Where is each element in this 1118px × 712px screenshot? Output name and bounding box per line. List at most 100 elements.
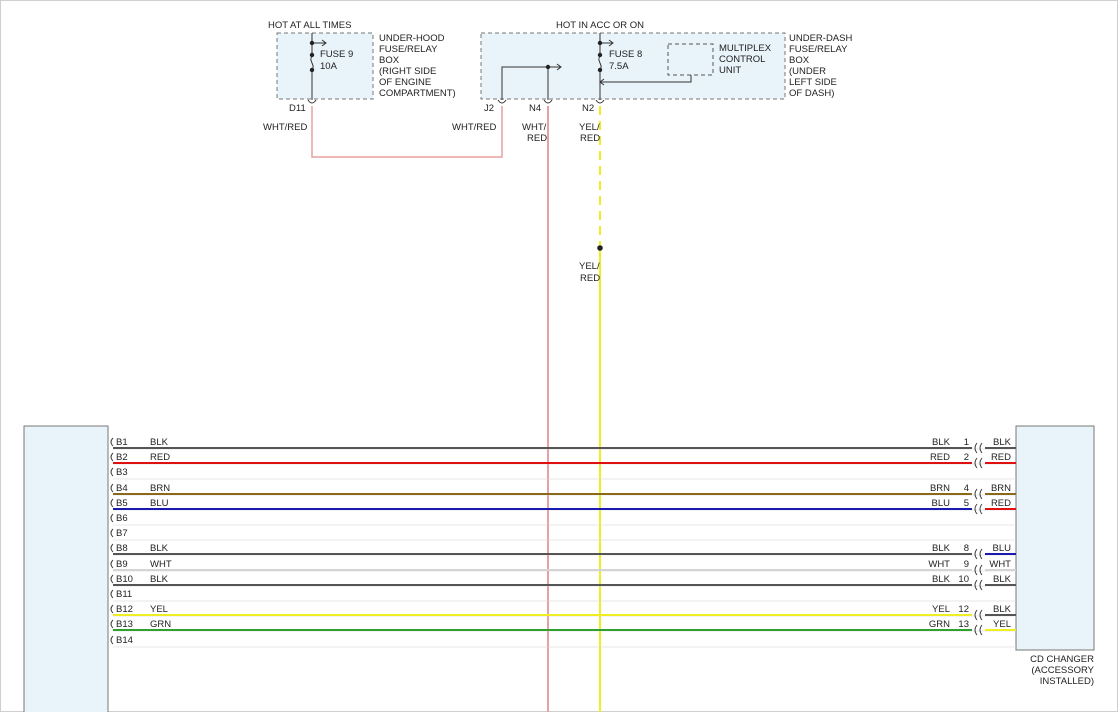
- fuse-9-rating: 10A: [320, 61, 338, 72]
- mcu-label-2: CONTROL: [719, 54, 765, 65]
- left-pin-terminal-b13: [110, 619, 114, 629]
- terminal-n2: N2: [582, 103, 594, 114]
- cd-pin-terminal-4: [974, 488, 983, 500]
- terminal-j2: J2: [484, 103, 494, 114]
- cd-pin-number-4: 4: [964, 483, 969, 494]
- right-wire-color-4: BRN: [930, 483, 950, 494]
- cd-pin-terminal-2: [974, 457, 983, 469]
- underdash-box-name-6: OF DASH): [789, 88, 834, 99]
- hot-at-all-times-label: HOT AT ALL TIMES: [268, 20, 351, 31]
- fuse-8-node-b: [597, 67, 603, 73]
- left-pin-terminal-b5: [110, 498, 114, 508]
- left-pin-terminal-b3: [110, 467, 114, 477]
- left-pin-terminal-b4: [110, 483, 114, 493]
- left-pin-label-b12: B12: [116, 604, 133, 615]
- cd-wire-color-1: BLK: [993, 437, 1012, 448]
- left-pin-terminal-b8: [110, 543, 114, 553]
- left-pin-terminal-b11: [110, 589, 114, 599]
- cd-pin-number-5: 5: [964, 498, 969, 509]
- fuse-8-node-top: [597, 40, 603, 46]
- left-wire-color-b10: BLK: [150, 574, 169, 585]
- left-wire-color-b5: BLU: [150, 498, 169, 509]
- cd-pin-number-13: 13: [958, 619, 969, 630]
- cd-pin-number-12: 12: [958, 604, 969, 615]
- n4-wire-color-1: WHT/: [522, 122, 547, 133]
- left-wire-color-b9: WHT: [150, 559, 172, 570]
- underdash-box-name-5: LEFT SIDE: [789, 77, 837, 88]
- fuse-9-node-a: [309, 52, 315, 58]
- cd-wire-color-8: BLU: [993, 543, 1012, 554]
- hot-in-acc-label: HOT IN ACC OR ON: [556, 20, 644, 31]
- n4-wire-color-2: RED: [527, 133, 547, 144]
- cd-changer-label-1: CD CHANGER: [1030, 654, 1094, 665]
- left-pin-label-b9: B9: [116, 559, 128, 570]
- left-pin-terminal-b12: [110, 604, 114, 614]
- left-pin-label-b8: B8: [116, 543, 128, 554]
- cd-changer-label-3: INSTALLED): [1040, 676, 1094, 687]
- n2-lower-wire-color-2: RED: [580, 273, 600, 284]
- right-wire-color-10: BLK: [932, 574, 951, 585]
- cd-pin-terminal-1: [974, 442, 983, 454]
- right-wire-color-1: BLK: [932, 437, 951, 448]
- fuse-8-label: FUSE 8: [609, 49, 642, 60]
- cd-wire-color-12: BLK: [993, 604, 1012, 615]
- cd-pin-terminal-13: [974, 624, 983, 636]
- n2-wire-color-2: RED: [580, 133, 600, 144]
- fuse-8-rating: 7.5A: [609, 61, 629, 72]
- underhood-box-name-6: COMPARTMENT): [379, 88, 456, 99]
- left-wire-color-b8: BLK: [150, 543, 169, 554]
- terminal-n4: N4: [529, 103, 541, 114]
- left-pin-label-b3: B3: [116, 467, 128, 478]
- left-wire-color-b12: YEL: [150, 604, 168, 615]
- left-pin-label-b5: B5: [116, 498, 128, 509]
- fuse-9-node-top: [309, 40, 315, 46]
- cd-pin-number-9: 9: [964, 559, 969, 570]
- left-pin-terminal-b2: [110, 452, 114, 462]
- left-wire-color-b13: GRN: [150, 619, 171, 630]
- left-pin-label-b11: B11: [116, 589, 132, 600]
- n2-lower-wire-color-1: YEL/: [579, 261, 600, 272]
- cd-wire-color-9: WHT: [989, 559, 1011, 570]
- j2-wire-color: WHT/RED: [452, 122, 496, 133]
- underhood-box-name-1: UNDER-HOOD: [379, 33, 445, 44]
- underhood-box-name-4: (RIGHT SIDE: [379, 66, 436, 77]
- left-pin-label-b1: B1: [116, 437, 128, 448]
- left-pin-label-b4: B4: [116, 483, 128, 494]
- underhood-box-name-5: OF ENGINE: [379, 77, 431, 88]
- cd-pin-number-8: 8: [964, 543, 969, 554]
- terminal-d11: D11: [289, 103, 306, 114]
- cd-wire-color-4: BRN: [991, 483, 1011, 494]
- mcu-label-1: MULTIPLEX: [719, 43, 772, 54]
- underhood-box-name-2: FUSE/RELAY: [379, 44, 438, 55]
- underdash-box-name-4: (UNDER: [789, 66, 826, 77]
- left-pin-label-b2: B2: [116, 452, 128, 463]
- n2-wire-color-1: YEL/: [579, 122, 600, 133]
- left-wire-color-b1: BLK: [150, 437, 169, 448]
- left-connector-unit: [23, 425, 109, 712]
- fuse-8-node-a: [597, 52, 603, 58]
- cd-pin-terminal-8: [974, 548, 983, 560]
- right-wire-color-8: BLK: [932, 543, 951, 554]
- left-wire-color-b2: RED: [150, 452, 170, 463]
- cd-pin-terminal-10: [974, 579, 983, 591]
- cd-pin-terminal-5: [974, 503, 983, 515]
- right-wire-color-12: YEL: [932, 604, 950, 615]
- cd-wire-color-5: RED: [991, 498, 1011, 509]
- cd-wire-color-2: RED: [991, 452, 1011, 463]
- right-wire-color-9: WHT: [928, 559, 950, 570]
- left-pin-terminal-b10: [110, 574, 114, 584]
- right-wire-color-5: BLU: [932, 498, 951, 509]
- left-pin-terminal-b7: [110, 528, 114, 538]
- left-pin-label-b13: B13: [116, 619, 133, 630]
- right-wire-color-2: RED: [930, 452, 950, 463]
- cd-changer-unit: [1015, 425, 1095, 651]
- terminal-symbols: [307, 99, 605, 104]
- underdash-box-name-3: BOX: [789, 55, 810, 66]
- left-pin-label-b10: B10: [116, 574, 133, 585]
- cd-pin-number-2: 2: [964, 452, 969, 463]
- left-pin-label-b6: B6: [116, 513, 128, 524]
- cd-changer-label-2: (ACCESSORY: [1031, 665, 1094, 676]
- left-pin-terminal-b6: [110, 513, 114, 523]
- cd-pin-number-10: 10: [958, 574, 969, 585]
- left-pin-terminal-b9: [110, 559, 114, 569]
